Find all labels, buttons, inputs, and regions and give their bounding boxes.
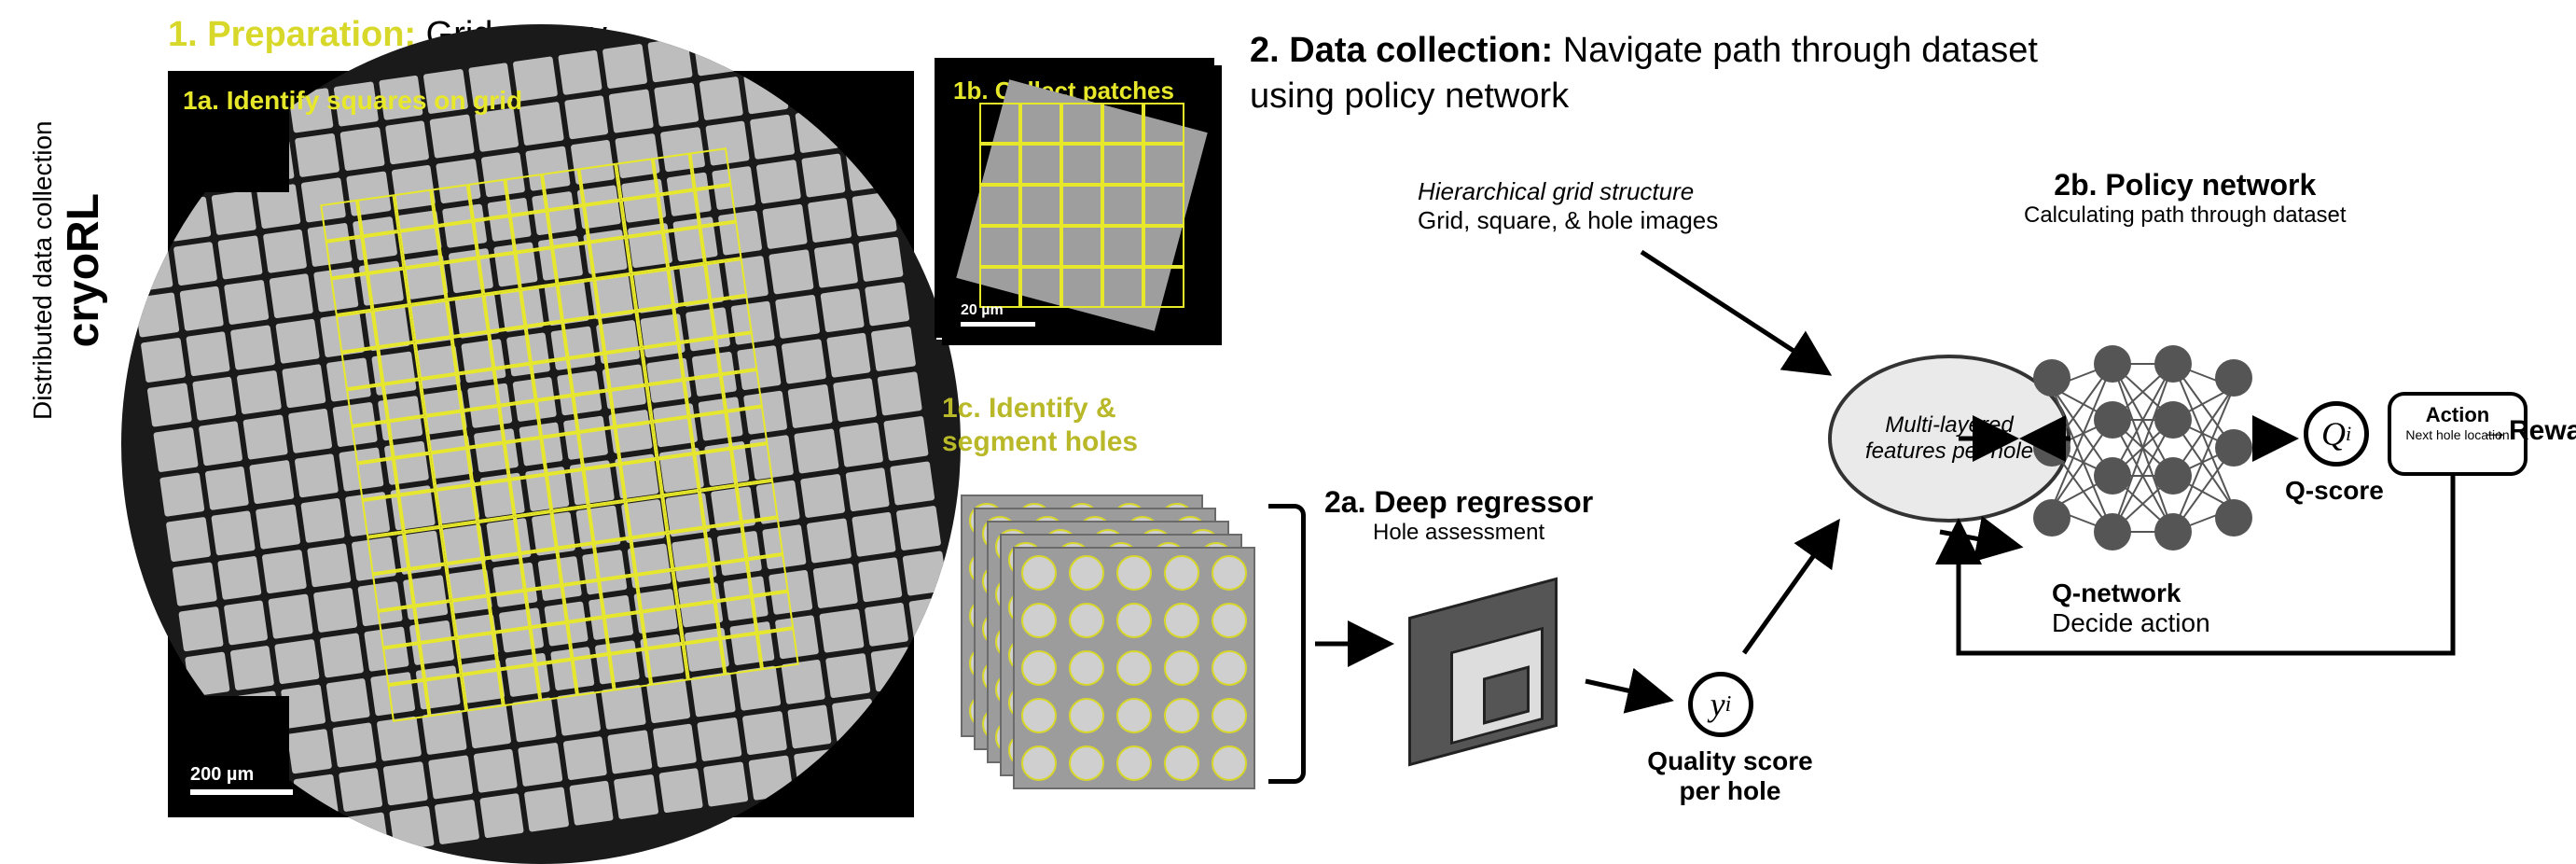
label-1c: 1c. Identify & segment holes	[942, 392, 1138, 459]
scale-bar-20um: 20 µm	[961, 302, 1035, 327]
quality-line1: Quality score	[1647, 746, 1812, 775]
qnet-label: Q-network Decide action	[2052, 578, 2210, 638]
label-1a: 1a. Identify squares on grid	[183, 86, 522, 116]
label-2a: 2a. Deep regressor Hole assessment	[1324, 485, 1593, 546]
regressor-subtitle: Hole assessment	[1324, 520, 1593, 546]
identified-squares-overlay	[320, 147, 799, 722]
scale-bar-200um: 200 µm	[190, 764, 293, 795]
reward-text: Reward	[2509, 415, 2576, 446]
feature-text: Multi-layered features per hole	[1850, 412, 2048, 465]
q-score-symbol: Qi	[2304, 401, 2369, 467]
q-score-label: Q-score	[2285, 476, 2384, 506]
quality-line2: per hole	[1680, 776, 1781, 805]
brand-subtitle: Distributed data collection	[28, 120, 58, 420]
label-1c-line1: 1c. Identify &	[942, 393, 1116, 424]
deep-regressor-icon	[1408, 597, 1576, 765]
regressor-title: 2a. Deep regressor	[1324, 485, 1593, 520]
q-sub: i	[2346, 422, 2351, 446]
section1-number: 1. Preparation:	[168, 15, 416, 54]
policy-subtitle: Calculating path through dataset	[2024, 202, 2347, 229]
holes-stack	[961, 495, 1240, 774]
qnet-title: Q-network	[2052, 578, 2181, 607]
quality-score-symbol: yi	[1688, 672, 1753, 737]
q-network-icon	[2033, 327, 2257, 569]
black-corner-bl	[168, 696, 289, 817]
label-2b: 2b. Policy network Calculating path thro…	[2024, 168, 2347, 229]
section2-title: 2. Data collection: Navigate path throug…	[1250, 28, 2038, 120]
reward-label: →Reward	[2481, 415, 2576, 447]
quality-score-label: Quality score per hole	[1613, 746, 1847, 806]
label-1c-line2: segment holes	[942, 426, 1138, 457]
y-symbol: y	[1710, 685, 1725, 724]
hier-plain: Grid, square, & hole images	[1418, 206, 1718, 234]
hier-italic: Hierarchical grid structure	[1418, 177, 1694, 205]
patches-image: 1b. Collect patches 20 µm	[942, 65, 1222, 345]
brand-title: cryoRL	[58, 120, 109, 420]
qnet-subtitle: Decide action	[2052, 608, 2210, 637]
hier-label: Hierarchical grid structure Grid, square…	[1418, 177, 1718, 235]
bracket-icon	[1268, 504, 1306, 784]
grid-survey-image: 1a. Identify squares on grid 200 µm	[168, 71, 914, 817]
section2-text-line2: using policy network	[1250, 77, 1569, 116]
section2-text-line1: Navigate path through dataset	[1563, 31, 2038, 70]
brand-block: Distributed data collection cryoRL	[28, 120, 109, 420]
patch-square	[956, 79, 1207, 330]
policy-title: 2b. Policy network	[2024, 168, 2347, 202]
y-sub: i	[1725, 692, 1732, 718]
q-symbol: Q	[2321, 414, 2346, 453]
section2-number: 2. Data collection:	[1250, 31, 1553, 70]
